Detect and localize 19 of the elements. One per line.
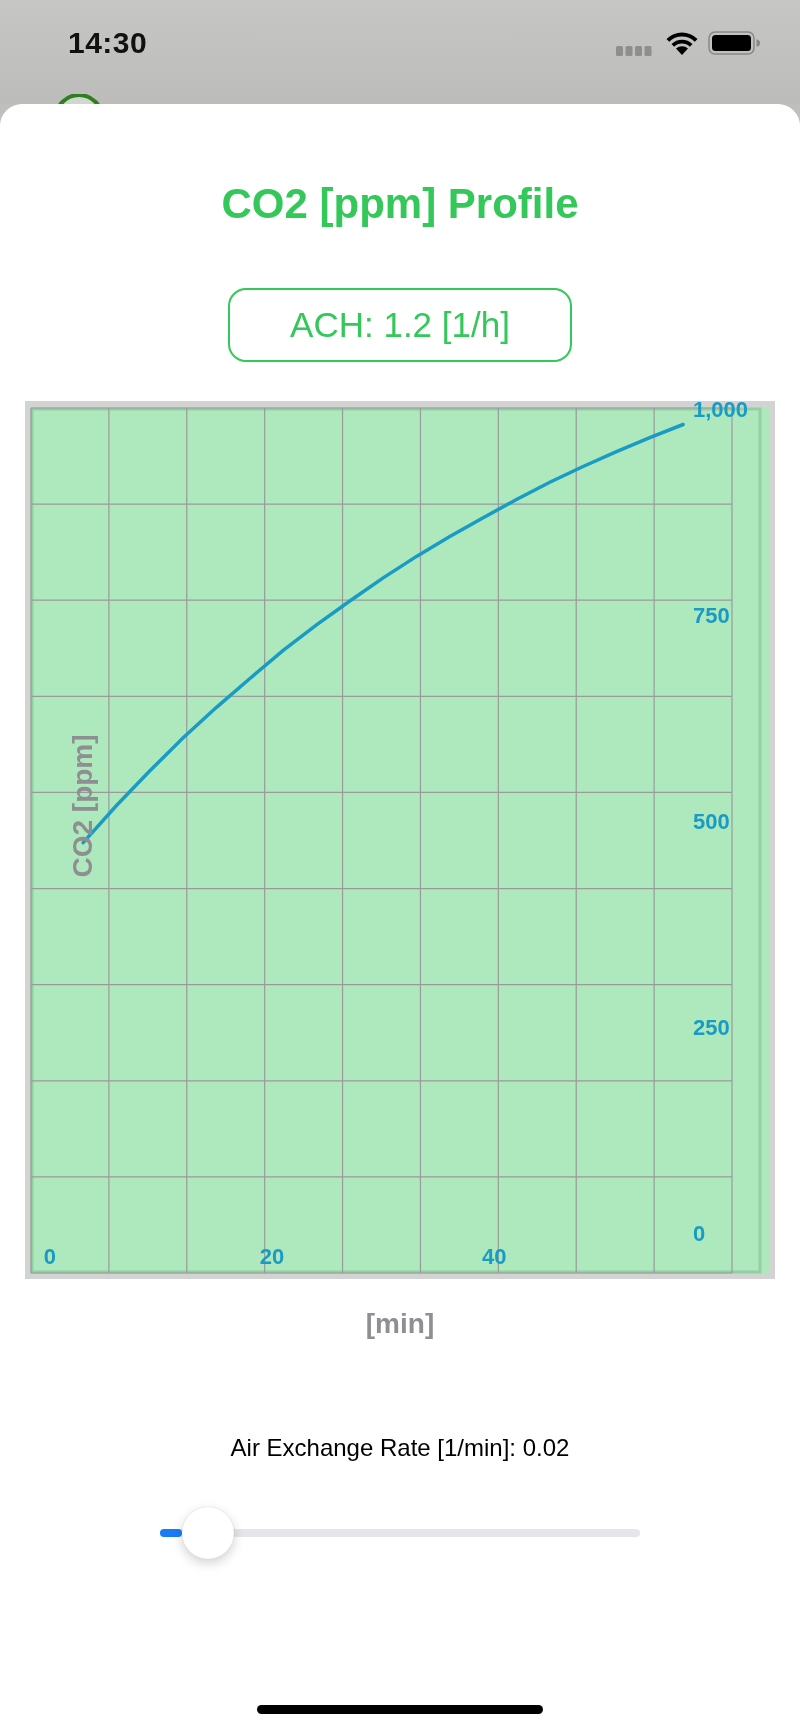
rate-slider[interactable]: [160, 1507, 640, 1559]
tick-label: 250: [693, 1015, 730, 1041]
slider-label: Air Exchange Rate [1/min]: 0.02: [230, 1433, 570, 1463]
ach-badge: ACH: 1.2 [1/h]: [228, 288, 572, 362]
tick-label: 0: [43, 1244, 56, 1269]
tick-label: 40: [482, 1244, 507, 1269]
clock-time: 14:30: [68, 26, 148, 60]
axis-title: CO2 [ppm]: [67, 734, 98, 878]
slider-thumb[interactable]: [182, 1507, 234, 1559]
tick-label: 750: [693, 602, 730, 628]
wifi-icon: [664, 30, 700, 56]
tick-label: 1,000: [693, 401, 749, 422]
sheet-title: CO2 [ppm] Profile: [221, 180, 579, 228]
signal-icon: [616, 46, 652, 56]
tick-label: 0: [693, 1221, 706, 1247]
axis-title: [min]: [365, 1307, 435, 1341]
tick-label: 500: [693, 809, 730, 835]
battery-icon: [708, 31, 760, 55]
tick-label: 20: [259, 1244, 285, 1269]
